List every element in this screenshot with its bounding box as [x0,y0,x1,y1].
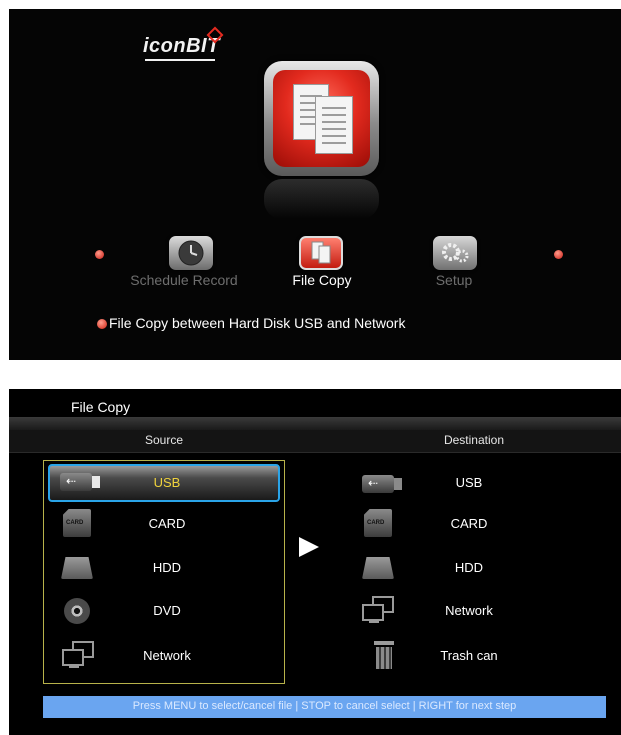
destination-item-label: USB [455,475,483,490]
source-item-hdd[interactable]: HDD [50,551,276,585]
menu-item-schedule-record[interactable]: Schedule Record [119,272,249,288]
destination-item-label: Network [445,603,493,618]
card-icon: CARD [63,509,91,537]
network-icon [62,641,94,669]
description-bullet-icon [97,319,107,329]
destination-item-trash-can[interactable]: Trash can [354,637,554,673]
destination-item-hdd[interactable]: HDD [354,551,554,585]
network-icon [362,596,394,624]
destination-column-header: Destination [443,433,505,447]
usb-icon: ⇠ [60,471,100,493]
destination-item-label: Trash can [440,648,498,663]
menu-item-setup[interactable]: Setup [419,272,489,288]
destination-item-label: CARD [450,516,488,531]
column-header-row [9,430,621,453]
gears-icon[interactable] [433,236,477,270]
menu-left-arrow-icon[interactable] [95,250,104,259]
brand-logo-text: iconBIT [143,35,220,57]
source-item-label: HDD [152,560,182,575]
destination-item-network[interactable]: Network [354,594,554,628]
hdd-icon [61,557,93,579]
brand-logo: iconBIT [143,26,235,61]
destination-item-label: HDD [454,560,484,575]
menu-description: File Copy between Hard Disk USB and Netw… [109,315,406,331]
menu-right-arrow-icon[interactable] [554,250,563,259]
main-menu-screen: iconBIT Schedule Record File Copy Setup … [9,9,621,360]
menu-item-file-copy[interactable]: File Copy [277,272,367,288]
header-bar [9,417,621,430]
source-item-label: Network [143,648,191,663]
hdd-icon [362,557,394,579]
clock-icon[interactable] [169,236,213,270]
source-item-dvd[interactable]: DVD [50,594,276,628]
source-item-usb[interactable]: ⇠ USB [50,467,276,497]
card-icon: CARD [364,509,392,537]
source-item-label: USB [153,475,181,490]
file-copy-hero-icon [264,61,379,176]
source-item-card[interactable]: CARD CARD [50,507,276,541]
file-copy-icon[interactable] [299,236,343,270]
destination-item-usb[interactable]: ⇠ USB [354,469,554,499]
file-copy-screen: File Copy Source Destination ⇠ USB CARD … [9,389,621,735]
help-text: Press MENU to select/cancel file | STOP … [132,700,517,712]
dvd-icon [64,598,90,624]
page-title: File Copy [71,399,131,415]
destination-item-card[interactable]: CARD CARD [354,507,554,541]
source-item-network[interactable]: Network [50,637,276,673]
next-step-arrow-icon [299,537,319,557]
trash-icon [374,641,394,669]
hero-icon-reflection [264,179,379,219]
source-column-header: Source [144,433,184,447]
source-item-label: CARD [148,516,186,531]
usb-icon: ⇠ [362,473,402,495]
source-item-label: DVD [153,603,181,618]
